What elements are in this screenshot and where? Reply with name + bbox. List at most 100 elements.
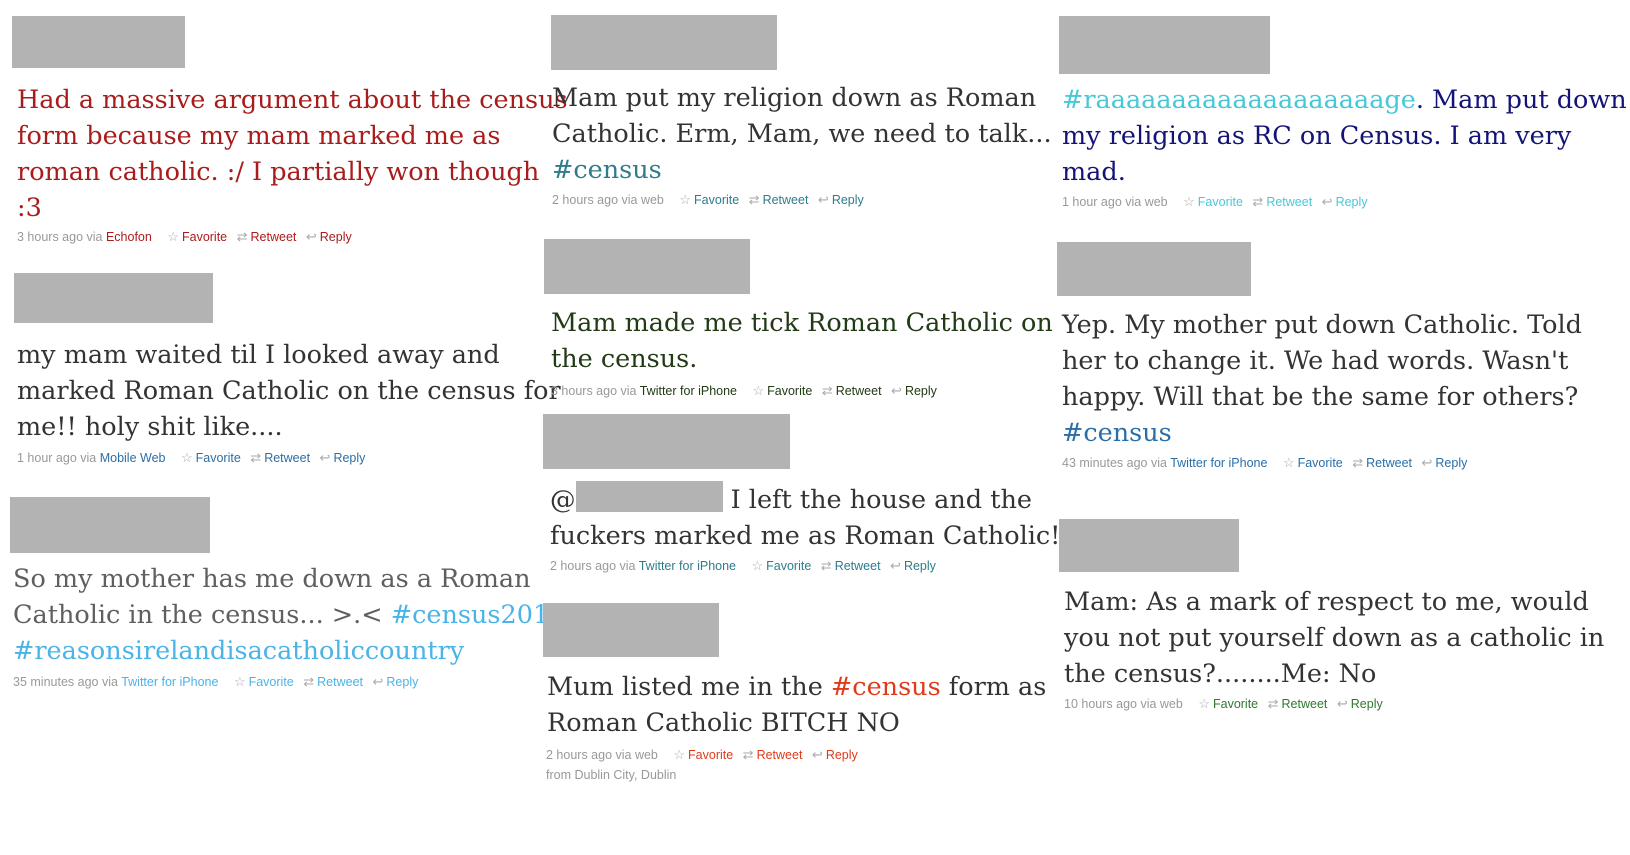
reply-action[interactable]: ↩ Reply [320, 450, 366, 466]
favorite-action[interactable]: ☆ Favorite [673, 747, 733, 763]
tweet-text: my mam waited til I looked away and mark… [17, 337, 561, 445]
retweet-action[interactable]: ⇄ Retweet [822, 383, 882, 399]
timestamp[interactable]: 43 minutes ago via [1062, 456, 1167, 470]
reply-action[interactable]: ↩ Reply [372, 674, 418, 690]
favorite-action[interactable]: ☆ Favorite [751, 558, 811, 574]
source-link[interactable]: Twitter for iPhone [121, 675, 218, 689]
reply-icon: ↩ [1336, 696, 1348, 711]
hashtag-link[interactable]: #census2011 [391, 600, 566, 630]
source-link[interactable]: Twitter for iPhone [1170, 456, 1267, 470]
tweet-actions: ☆ Favorite ⇄ Retweet ↩ Reply [1183, 194, 1373, 210]
retweet-label: Retweet [317, 675, 363, 689]
tweet-actions: ☆ Favorite ⇄ Retweet ↩ Reply [234, 674, 424, 690]
retweet-action[interactable]: ⇄ Retweet [303, 674, 363, 690]
avatar-redacted [551, 15, 777, 70]
tweet-meta: 35 minutes ago via Twitter for iPhone ☆ F… [13, 674, 424, 690]
reply-label: Reply [825, 748, 858, 762]
tweet-actions: ☆ Favorite ⇄ Retweet ↩ Reply [167, 229, 357, 245]
tweet-text: Yep. My mother put down Catholic. Told h… [1062, 307, 1582, 451]
favorite-action[interactable]: ☆ Favorite [181, 450, 241, 466]
timestamp[interactable]: 10 hours ago via web [1064, 697, 1183, 711]
retweet-action[interactable]: ⇄ Retweet [749, 192, 809, 208]
retweet-action[interactable]: ⇄ Retweet [821, 558, 881, 574]
timestamp[interactable]: 35 minutes ago via [13, 675, 118, 689]
retweet-icon: ⇄ [748, 192, 760, 207]
mention-redacted[interactable] [575, 481, 723, 512]
tweet-text-line: Roman Catholic BITCH NO [547, 708, 900, 738]
tweet-text-line: Yep. My mother put down Catholic. Told [1062, 310, 1582, 340]
source-link[interactable]: Mobile Web [100, 451, 166, 465]
reply-icon: ↩ [811, 747, 823, 762]
reply-action[interactable]: ↩ Reply [818, 192, 864, 208]
retweet-action[interactable]: ⇄ Retweet [1252, 194, 1312, 210]
tweet-text: #raaaaaaaaaaaaaaaaaaage. Mam put down my… [1062, 82, 1627, 190]
retweet-label: Retweet [756, 748, 803, 762]
reply-action[interactable]: ↩ Reply [891, 383, 937, 399]
retweet-icon: ⇄ [821, 383, 833, 398]
tweet-meta: 2 hours ago via Twitter for iPhone ☆ Favo… [550, 558, 942, 574]
reply-icon: ↩ [1421, 455, 1433, 470]
tweet-text-line: the census. [551, 344, 698, 374]
avatar-redacted [12, 16, 185, 68]
favorite-label: Favorite [195, 451, 241, 465]
hashtag-link[interactable]: #census [552, 155, 662, 185]
tweet-text: Mam made me tick Roman Catholic on the c… [551, 305, 1053, 377]
tweet-text: Mam put my religion down as Roman Cathol… [552, 80, 1052, 188]
retweet-action[interactable]: ⇄ Retweet [1352, 455, 1412, 471]
retweet-action[interactable]: ⇄ Retweet [743, 747, 803, 763]
favorite-action[interactable]: ☆ Favorite [1198, 696, 1258, 712]
favorite-action[interactable]: ☆ Favorite [679, 192, 739, 208]
tweet-text-segment: form as [940, 672, 1047, 702]
source-link[interactable]: Echofon [106, 230, 152, 244]
tweet-text-segment: Mum listed me in the [547, 672, 831, 702]
tweet-actions: ☆ Favorite ⇄ Retweet ↩ Reply [1283, 455, 1473, 471]
timestamp[interactable]: 3 hours ago via [17, 230, 102, 244]
reply-action[interactable]: ↩ Reply [1337, 696, 1383, 712]
favorite-action[interactable]: ☆ Favorite [167, 229, 227, 245]
tweet-text-line: #census [552, 152, 1052, 188]
hashtag-link[interactable]: #reasonsirelandisacatholiccountry [13, 636, 464, 666]
hashtag-link[interactable]: #census [1062, 418, 1172, 448]
hashtag-link[interactable]: #census [831, 672, 941, 702]
tweet-text: Had a massive argument about the census … [17, 82, 568, 226]
timestamp[interactable]: 1 hour ago via [17, 451, 96, 465]
favorite-label: Favorite [1197, 195, 1243, 209]
retweet-label: Retweet [250, 230, 297, 244]
star-icon: ☆ [752, 383, 765, 398]
reply-action[interactable]: ↩ Reply [1421, 455, 1467, 471]
reply-action[interactable]: ↩ Reply [306, 229, 352, 245]
retweet-action[interactable]: ⇄ Retweet [237, 229, 297, 245]
reply-action[interactable]: ↩ Reply [812, 747, 858, 763]
tweet-text-line: form because my mam marked me as [17, 121, 501, 151]
hashtag-link[interactable]: #raaaaaaaaaaaaaaaaaaage [1062, 85, 1416, 115]
retweet-icon: ⇄ [250, 450, 262, 465]
source-link[interactable]: Twitter for iPhone [640, 384, 737, 398]
retweet-icon: ⇄ [820, 558, 832, 573]
source-link[interactable]: Twitter for iPhone [639, 559, 736, 573]
timestamp[interactable]: 2 hours ago via [550, 559, 635, 573]
timestamp[interactable]: 2 hours ago via web [546, 748, 658, 762]
timestamp[interactable]: 1 hour ago via web [1062, 195, 1168, 209]
retweet-icon: ⇄ [1267, 696, 1279, 711]
timestamp[interactable]: 2 hours ago via web [552, 193, 664, 207]
reply-action[interactable]: ↩ Reply [1322, 194, 1368, 210]
timestamp[interactable]: 3 hours ago via [551, 384, 636, 398]
reply-icon: ↩ [319, 450, 331, 465]
favorite-action[interactable]: ☆ Favorite [752, 383, 812, 399]
favorite-label: Favorite [1212, 697, 1259, 711]
reply-icon: ↩ [817, 192, 829, 207]
retweet-icon: ⇄ [303, 674, 315, 689]
star-icon: ☆ [1198, 696, 1210, 711]
retweet-action[interactable]: ⇄ Retweet [1268, 696, 1328, 712]
favorite-action[interactable]: ☆ Favorite [1183, 194, 1243, 210]
tweet-text: So my mother has me down as a Roman Cath… [13, 561, 565, 669]
tweet-meta: 3 hours ago via Echofon ☆ Favorite ⇄ Retwe… [17, 229, 358, 245]
favorite-action[interactable]: ☆ Favorite [1283, 455, 1343, 471]
tweet-text: @ I left the house and the fuckers marke… [550, 481, 1060, 554]
favorite-action[interactable]: ☆ Favorite [234, 674, 294, 690]
retweet-action[interactable]: ⇄ Retweet [250, 450, 310, 466]
tweet-text-line: her to change it. We had words. Wasn't [1062, 346, 1569, 376]
reply-action[interactable]: ↩ Reply [890, 558, 936, 574]
tweet-text-segment: I left the house and the [722, 485, 1032, 515]
tweet-text-line: Mum listed me in the #census form as [547, 669, 1046, 705]
